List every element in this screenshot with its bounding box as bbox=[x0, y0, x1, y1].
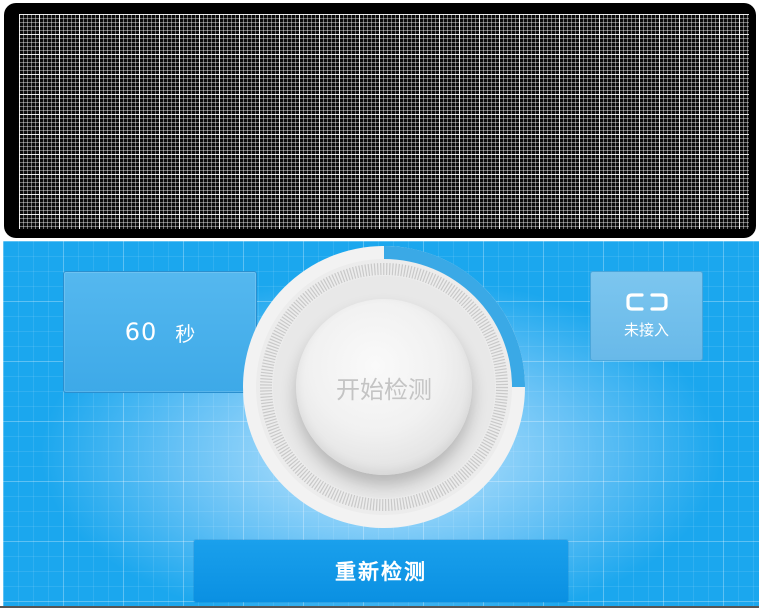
start-test-button[interactable]: 开始检测 bbox=[296, 299, 472, 475]
timer-value: 60 bbox=[124, 318, 158, 346]
connection-status[interactable]: 未接入 bbox=[590, 271, 703, 361]
ecg-grid bbox=[19, 14, 749, 229]
plug-disconnected-icon bbox=[625, 292, 668, 311]
control-panel: 60 秒 未接入 开始检测 重新检测 bbox=[3, 241, 759, 608]
timer-display: 60 秒 bbox=[63, 271, 257, 393]
timer-unit: 秒 bbox=[175, 321, 196, 346]
progress-dial: 开始检测 bbox=[241, 244, 527, 530]
app-screen: 60 秒 未接入 开始检测 重新检测 bbox=[0, 0, 759, 608]
restart-test-button[interactable]: 重新检测 bbox=[194, 540, 568, 602]
connection-status-label: 未接入 bbox=[623, 320, 669, 339]
ecg-display bbox=[4, 3, 756, 238]
